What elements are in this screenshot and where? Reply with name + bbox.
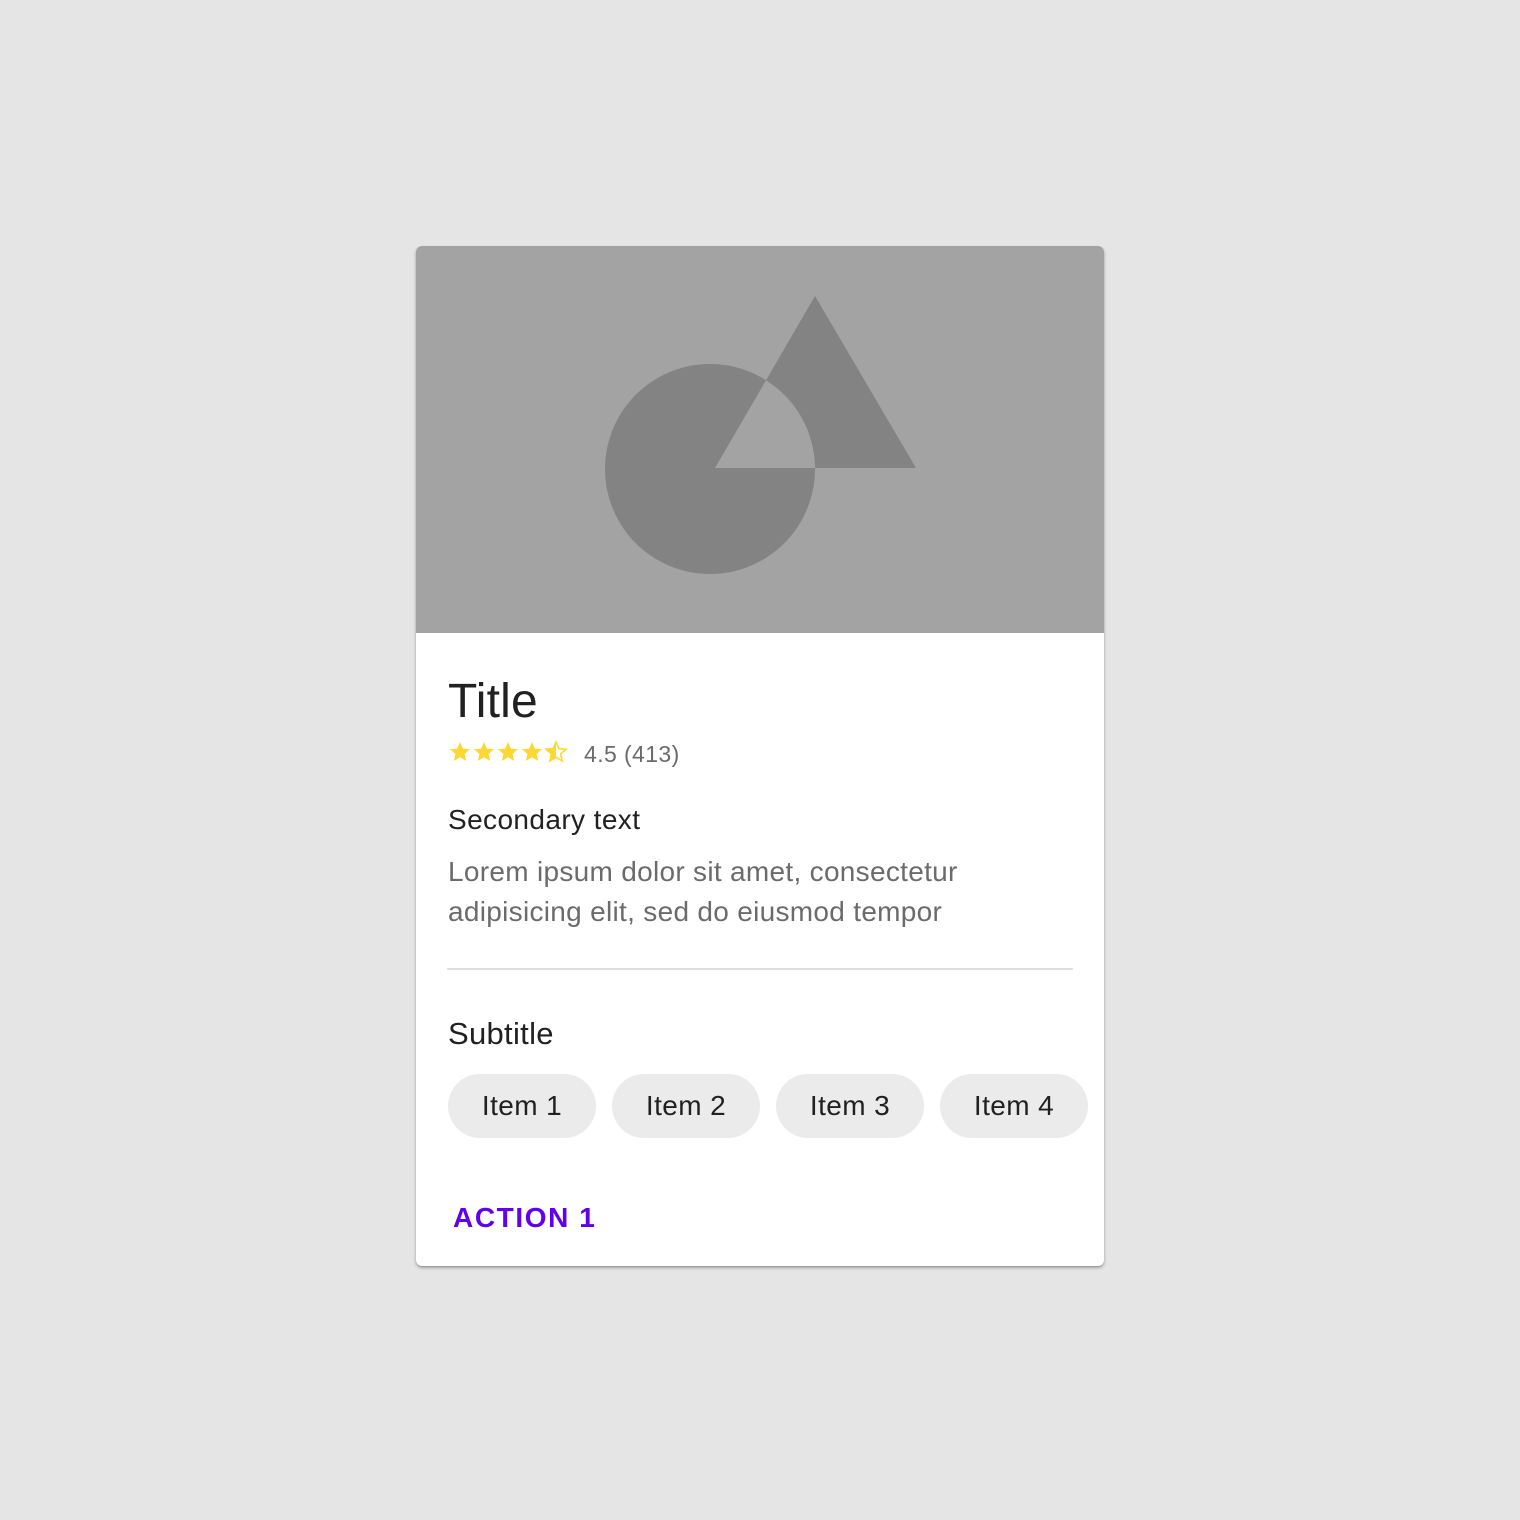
star-icon bbox=[498, 742, 518, 761]
star-icon bbox=[522, 742, 542, 761]
body-text: Lorem ipsum dolor sit amet, consectetur … bbox=[448, 856, 958, 927]
star-rating-icon bbox=[450, 741, 567, 762]
chip-item-1[interactable]: Item 1 bbox=[448, 1074, 596, 1138]
secondary-text: Secondary text bbox=[448, 804, 641, 835]
star-icon bbox=[474, 742, 494, 761]
image-placeholder-icon bbox=[605, 296, 916, 574]
star-icon bbox=[545, 741, 567, 762]
chip-item-2[interactable]: Item 2 bbox=[612, 1074, 760, 1138]
card: Title 4.5 (413) Secondary text Lorem ips… bbox=[416, 246, 1104, 1266]
card-title: Title bbox=[448, 675, 538, 728]
subtitle: Subtitle bbox=[448, 1016, 554, 1051]
chip-item-3[interactable]: Item 3 bbox=[776, 1074, 924, 1138]
action-1-button[interactable]: ACTION 1 bbox=[440, 1192, 609, 1244]
star-icon bbox=[450, 742, 470, 761]
divider bbox=[447, 968, 1073, 970]
chip-item-4[interactable]: Item 4 bbox=[940, 1074, 1088, 1138]
card-media bbox=[416, 246, 1104, 633]
rating-text: 4.5 (413) bbox=[584, 741, 680, 767]
